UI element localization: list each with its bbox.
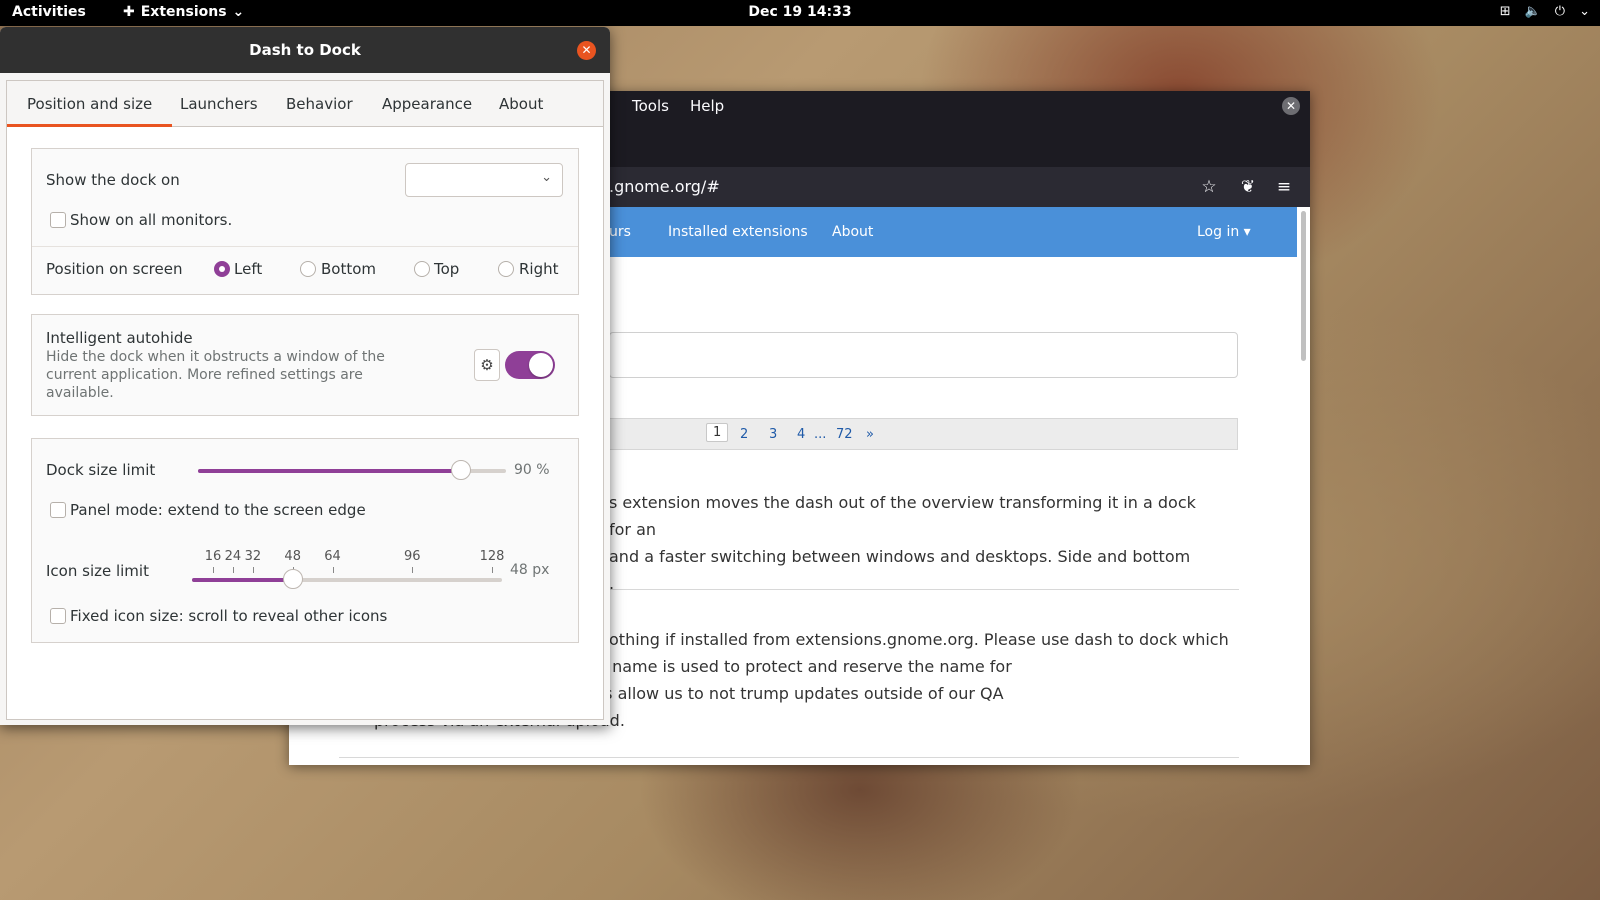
switch-knob [529,353,553,377]
chevron-down-icon: ⌄ [232,4,245,20]
app-menu-label: Extensions [140,4,227,20]
chevron-down-icon: ⌄ [541,170,552,185]
position-right-radio[interactable] [498,261,514,277]
show-dock-label: Show the dock on [46,171,180,189]
icon-size-tick [232,567,234,573]
icon-size-mark-label: 24 [224,549,242,564]
chevron-down-icon: ⌄ [1579,4,1590,19]
preferences-dialog: Dash to Dock ✕ Position and size Launche… [0,27,610,725]
fixed-icon-checkbox[interactable] [50,608,66,624]
tab-position-size[interactable]: Position and size [7,81,173,127]
autohide-switch[interactable] [505,351,555,379]
panel-mode-checkbox[interactable] [50,502,66,518]
gear-icon[interactable]: ⚙ [474,349,500,381]
size-frame: Dock size limit 90 % Panel mode: extend … [31,438,579,643]
autohide-description: Hide the dock when it obstructs a window… [46,349,385,401]
icon-size-tick [492,567,493,573]
tab-about[interactable]: About [479,81,563,127]
position-left-label: Left [234,260,263,278]
position-bottom-label: Bottom [321,260,377,278]
position-bottom-radio[interactable] [300,261,316,277]
icon-size-mark-label: 48 [284,549,301,564]
tab-appearance[interactable]: Appearance [362,81,492,127]
icon-size-tick [213,567,214,573]
monitor-select[interactable]: ⌄ [405,163,563,197]
tab-behavior[interactable]: Behavior [266,81,373,127]
url-text[interactable]: .gnome.org/# [609,177,720,196]
tab-launchers[interactable]: Launchers [160,81,278,127]
autohide-frame: Intelligent autohide Hide the dock when … [31,314,579,416]
dock-size-value: 90 % [514,462,550,478]
icon-size-tick [332,567,334,573]
position-top-label: Top [434,260,460,278]
icon-size-mark-label: 96 [404,549,421,564]
nav-item-installed[interactable]: Installed extensions [668,224,808,240]
position-label: Position on screen [46,260,183,278]
network-icon: ⊞ [1499,4,1511,19]
close-icon[interactable]: ✕ [577,41,596,60]
search-input[interactable] [609,332,1238,378]
settings-notebook: Position and size Launchers Behavior App… [6,80,604,720]
fixed-icon-label: Fixed icon size: scroll to reveal other … [70,607,388,625]
position-frame: Show the dock on ⌄ Show on all monitors.… [31,148,579,295]
divider [32,246,578,247]
icon-size-mark-label: 128 [479,549,505,564]
activities-button[interactable]: Activities [12,4,86,20]
nav-item-tours[interactable]: urs [609,224,631,240]
panel-mode-label: Panel mode: extend to the screen edge [70,501,366,519]
power-icon: ⏻ [1554,4,1566,19]
slider-handle[interactable] [282,569,303,589]
icon-size-mark-label: 16 [204,549,222,564]
menu-tools[interactable]: Tools [632,97,669,115]
hamburger-menu-icon[interactable]: ≡ [1272,175,1296,199]
page-link[interactable]: 72 [836,427,853,442]
pagination: 1 2 3 4 ... 72 » [609,418,1238,450]
icon-size-slider[interactable] [192,569,502,589]
star-icon[interactable]: ☆ [1197,175,1221,199]
page-link[interactable]: 2 [740,427,748,442]
page-link[interactable]: 3 [769,427,777,442]
clock[interactable]: Dec 19 14:33 [700,4,900,20]
dock-size-slider[interactable] [198,460,506,480]
app-menu[interactable]: ✚ Extensions ⌄ [123,4,244,20]
page-link[interactable]: 4 [797,427,805,442]
menu-help[interactable]: Help [690,97,724,115]
position-top-radio[interactable] [414,261,430,277]
scrollbar[interactable] [1301,211,1306,361]
show-all-monitors-checkbox[interactable] [50,212,66,228]
page-ellipsis: ... [814,427,827,442]
top-bar: Activities ✚ Extensions ⌄ Dec 19 14:33 ⊞… [0,0,1600,26]
extension-description: s extension moves the dash out of the ov… [609,493,1196,593]
nav-item-about[interactable]: About [832,224,873,240]
system-menu[interactable]: ⊞ 🔈 ⏻ ⌄ [1500,4,1590,19]
slider-fill [192,578,293,582]
next-page-link[interactable]: » [866,427,874,442]
icon-size-mark-label: 32 [244,549,262,564]
position-left-radio[interactable] [214,261,230,277]
slider-handle[interactable] [451,460,472,480]
dialog-header: Dash to Dock ✕ [0,27,610,73]
puzzle-icon: ✚ [123,4,135,20]
close-icon[interactable]: ✕ [1282,97,1300,115]
volume-icon: 🔈 [1524,4,1541,19]
dialog-title: Dash to Dock [249,41,361,59]
page-current[interactable]: 1 [706,423,729,442]
icon-size-value: 48 px [510,562,550,578]
icon-size-tick [252,567,254,573]
login-dropdown[interactable]: Log in ▾ [1197,224,1251,240]
slider-fill [198,469,462,473]
position-right-label: Right [519,260,559,278]
icon-size-mark-label: 64 [324,549,341,564]
dock-size-label: Dock size limit [46,461,156,479]
divider [339,757,1239,758]
icon-size-tick [412,567,414,573]
autohide-title: Intelligent autohide [46,329,193,347]
tab-bar: Position and size Launchers Behavior App… [7,81,603,127]
icon-size-label: Icon size limit [46,562,149,580]
show-all-monitors-label: Show on all monitors. [70,211,233,229]
extension-icon[interactable]: ❦ [1236,175,1260,199]
